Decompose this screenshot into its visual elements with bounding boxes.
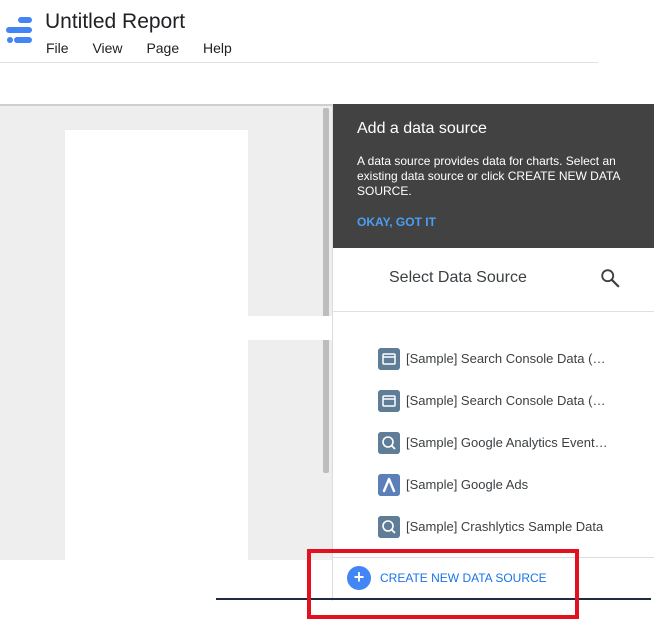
data-source-label: [Sample] Crashlytics Sample Data bbox=[406, 519, 604, 534]
menu-bar: File View Page Help bbox=[46, 40, 252, 56]
data-source-label: [Sample] Google Ads bbox=[406, 477, 529, 492]
report-title[interactable]: Untitled Report bbox=[45, 10, 185, 34]
canvas-scrollbar[interactable] bbox=[323, 108, 329, 473]
header-divider bbox=[0, 62, 598, 63]
select-data-source-title: Select Data Source bbox=[389, 269, 527, 286]
crashlytics-icon bbox=[378, 516, 400, 538]
menu-help[interactable]: Help bbox=[203, 40, 232, 56]
data-source-item[interactable]: [Sample] Search Console Data (Site Impre… bbox=[378, 348, 628, 370]
tip-title: Add a data source bbox=[357, 120, 487, 137]
google-ads-icon bbox=[378, 474, 400, 496]
menu-page[interactable]: Page bbox=[146, 40, 179, 56]
menu-file[interactable]: File bbox=[46, 40, 69, 56]
highlight-box bbox=[307, 549, 579, 619]
data-source-label: [Sample] Google Analytics Events Data bbox=[406, 435, 614, 450]
analytics-icon bbox=[378, 432, 400, 454]
search-console-icon bbox=[378, 348, 400, 370]
search-icon[interactable] bbox=[599, 267, 621, 289]
data-source-label: [Sample] Search Console Data (Site Impre… bbox=[406, 351, 614, 366]
menu-view[interactable]: View bbox=[92, 40, 122, 56]
data-source-label: [Sample] Search Console Data (URL Impres… bbox=[406, 393, 614, 408]
tip-body: A data source provides data for charts. … bbox=[357, 154, 620, 198]
data-studio-logo-icon bbox=[6, 17, 32, 43]
data-source-item[interactable]: [Sample] Google Ads bbox=[378, 474, 628, 496]
canvas-gap bbox=[248, 316, 332, 340]
okay-got-it-button[interactable]: OKAY, GOT IT bbox=[357, 215, 436, 229]
data-source-item[interactable]: [Sample] Search Console Data (URL Impres… bbox=[378, 390, 628, 412]
data-source-panel: Add a data source A data source provides… bbox=[332, 104, 654, 601]
data-source-item[interactable]: [Sample] Crashlytics Sample Data bbox=[378, 516, 628, 538]
data-source-item[interactable]: [Sample] Google Analytics Events Data bbox=[378, 432, 628, 454]
search-console-icon bbox=[378, 390, 400, 412]
report-page[interactable] bbox=[65, 130, 248, 562]
add-data-source-tip: Add a data source A data source provides… bbox=[333, 104, 654, 248]
report-canvas[interactable] bbox=[0, 104, 332, 603]
select-divider bbox=[333, 311, 654, 312]
canvas-bottom bbox=[0, 560, 332, 633]
